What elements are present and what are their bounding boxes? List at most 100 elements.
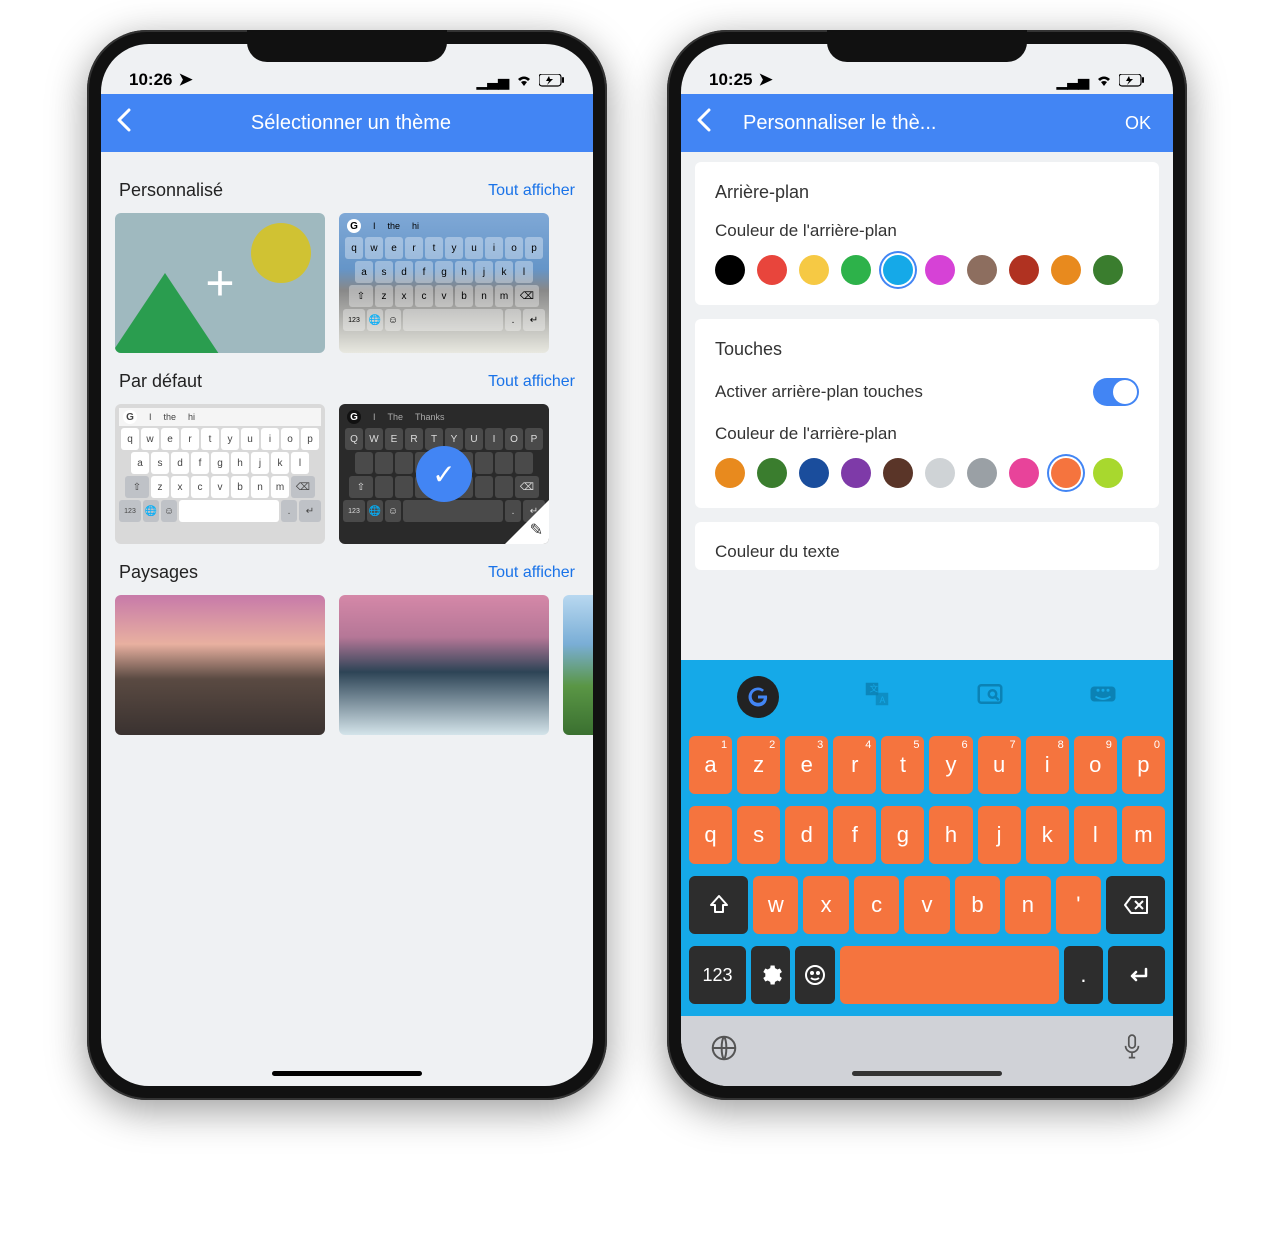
letter-key[interactable]: n xyxy=(1005,876,1050,934)
color-swatch[interactable] xyxy=(1093,255,1123,285)
backspace-key[interactable] xyxy=(1106,876,1165,934)
color-swatch[interactable] xyxy=(841,255,871,285)
theme-light-keyboard[interactable]: G I the hi qwertyuiop asdfghjkl ⇧zxcvbnm… xyxy=(115,404,325,544)
letter-key[interactable]: a1 xyxy=(689,736,732,794)
gif-icon[interactable] xyxy=(1088,679,1118,716)
letter-key[interactable]: c xyxy=(854,876,899,934)
letter-key[interactable]: h xyxy=(929,806,972,864)
emoji-key[interactable] xyxy=(795,946,834,1004)
location-arrow-icon: ➤ xyxy=(758,70,772,90)
location-arrow-icon: ➤ xyxy=(178,70,192,90)
landscape-themes-row[interactable] xyxy=(115,595,579,735)
color-swatch[interactable] xyxy=(925,255,955,285)
card-title: Touches xyxy=(715,339,1139,360)
show-all-custom[interactable]: Tout afficher xyxy=(488,182,575,200)
color-swatch[interactable] xyxy=(1009,458,1039,488)
key: I xyxy=(485,428,503,450)
key: u xyxy=(241,428,259,450)
letter-key[interactable]: k xyxy=(1026,806,1069,864)
back-button[interactable] xyxy=(115,108,133,139)
color-swatch[interactable] xyxy=(715,255,745,285)
key: z xyxy=(375,285,393,307)
color-swatch[interactable] xyxy=(799,458,829,488)
letter-key[interactable]: p0 xyxy=(1122,736,1165,794)
key-secondary-label: 6 xyxy=(961,739,967,751)
show-all-default[interactable]: Tout afficher xyxy=(488,373,575,391)
space-key[interactable] xyxy=(840,946,1059,1004)
key: E xyxy=(385,428,403,450)
numbers-key[interactable]: 123 xyxy=(689,946,746,1004)
back-button[interactable] xyxy=(695,108,713,139)
globe-icon[interactable] xyxy=(709,1033,739,1070)
color-swatch[interactable] xyxy=(757,458,787,488)
enable-key-bg-switch[interactable] xyxy=(1093,378,1139,406)
letter-key[interactable]: v xyxy=(904,876,949,934)
search-image-icon[interactable] xyxy=(975,679,1005,716)
color-swatch[interactable] xyxy=(715,458,745,488)
key: l xyxy=(515,261,533,283)
letter-key[interactable]: r4 xyxy=(833,736,876,794)
letter-key[interactable]: g xyxy=(881,806,924,864)
settings-content[interactable]: Arrière-plan Couleur de l'arrière-plan T… xyxy=(681,152,1173,660)
letter-key[interactable]: z2 xyxy=(737,736,780,794)
letter-key[interactable]: t5 xyxy=(881,736,924,794)
ok-button[interactable]: OK xyxy=(1125,113,1159,134)
color-swatch[interactable] xyxy=(967,458,997,488)
letter-key[interactable]: o9 xyxy=(1074,736,1117,794)
google-logo-icon[interactable] xyxy=(737,676,779,718)
landscape-theme-1[interactable] xyxy=(115,595,325,735)
color-swatch[interactable] xyxy=(925,458,955,488)
color-swatch[interactable] xyxy=(883,255,913,285)
show-all-landscapes[interactable]: Tout afficher xyxy=(488,564,575,582)
letter-key[interactable]: s xyxy=(737,806,780,864)
letter-key[interactable]: b xyxy=(955,876,1000,934)
letter-key[interactable]: m xyxy=(1122,806,1165,864)
letter-key[interactable]: l xyxy=(1074,806,1117,864)
letter-key[interactable]: e3 xyxy=(785,736,828,794)
landscape-theme-2[interactable] xyxy=(339,595,549,735)
home-indicator[interactable] xyxy=(852,1071,1002,1076)
dot-key[interactable]: . xyxy=(1064,946,1103,1004)
letter-key[interactable]: f xyxy=(833,806,876,864)
section-title: Par défaut xyxy=(119,371,202,392)
key: y xyxy=(221,428,239,450)
color-swatch[interactable] xyxy=(1051,458,1081,488)
color-swatch[interactable] xyxy=(1051,255,1081,285)
key: R xyxy=(405,428,423,450)
letter-key[interactable]: j xyxy=(978,806,1021,864)
card-subtitle: Couleur du texte xyxy=(715,542,1139,562)
mic-icon[interactable] xyxy=(1119,1033,1145,1070)
pencil-icon[interactable]: ✎ xyxy=(530,520,543,540)
theme-dark-keyboard[interactable]: G I The Thanks QWERTYUIOP ⇧⌫ 123🌐☺.↵ ✓ ✎ xyxy=(339,404,549,544)
color-swatch[interactable] xyxy=(757,255,787,285)
letter-key[interactable]: d xyxy=(785,806,828,864)
settings-key[interactable] xyxy=(751,946,790,1004)
color-swatch[interactable] xyxy=(799,255,829,285)
key xyxy=(395,476,413,498)
suggestion-word: hi xyxy=(412,221,419,231)
letter-key[interactable]: w xyxy=(753,876,798,934)
color-swatch[interactable] xyxy=(883,458,913,488)
globe-icon: 🌐 xyxy=(367,309,383,331)
letter-key[interactable]: x xyxy=(803,876,848,934)
letter-key[interactable]: u7 xyxy=(978,736,1021,794)
add-custom-theme[interactable]: + xyxy=(115,213,325,353)
translate-icon[interactable]: 文A xyxy=(862,679,892,716)
shift-key[interactable] xyxy=(689,876,748,934)
background-card: Arrière-plan Couleur de l'arrière-plan xyxy=(695,162,1159,305)
color-swatch[interactable] xyxy=(967,255,997,285)
color-swatch[interactable] xyxy=(1009,255,1039,285)
letter-key[interactable]: ' xyxy=(1056,876,1101,934)
color-swatch[interactable] xyxy=(1093,458,1123,488)
toggle-label: Activer arrière-plan touches xyxy=(715,382,923,402)
letter-key[interactable]: i8 xyxy=(1026,736,1069,794)
landscape-theme-3[interactable] xyxy=(563,595,593,735)
custom-theme-mountain[interactable]: G I the hi qwertyuiop asdfghjkl ⇧zxcvbnm… xyxy=(339,213,549,353)
letter-key[interactable]: q xyxy=(689,806,732,864)
color-swatch[interactable] xyxy=(841,458,871,488)
key: e xyxy=(161,428,179,450)
home-indicator[interactable] xyxy=(272,1071,422,1076)
letter-key[interactable]: y6 xyxy=(929,736,972,794)
key: l xyxy=(291,452,309,474)
return-key[interactable] xyxy=(1108,946,1165,1004)
